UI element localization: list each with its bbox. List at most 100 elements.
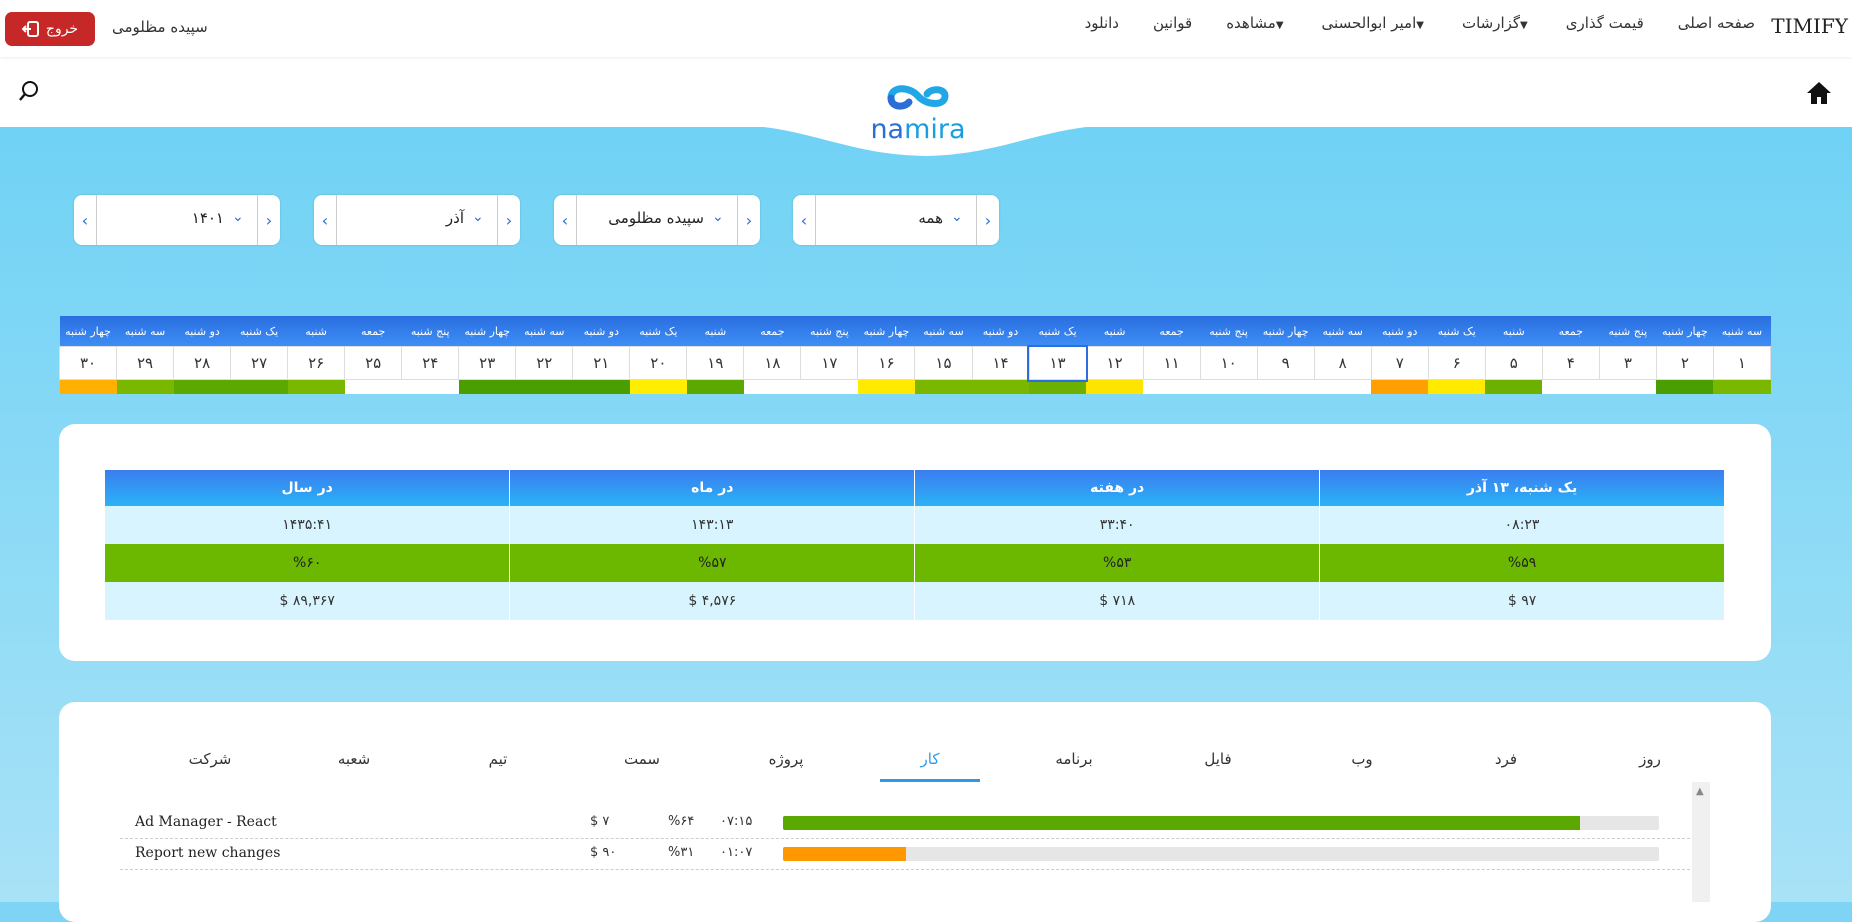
calendar-day-cell[interactable]: ۱۶ [857,346,916,380]
nav-item[interactable]: مشاهده▼ [1209,14,1304,32]
calendar-day-cell[interactable]: ۱۳ [1027,344,1089,382]
brand-name[interactable]: TIMIFY [1771,14,1848,38]
calendar-day-cell[interactable]: ۱۴ [971,346,1030,380]
calendar-day-names: چهار شنبه سه شنبه دو شنبه یک شنبه شنبه جمعه پن… [59,316,1771,347]
nav-item[interactable]: گزارشات▼ [1445,14,1549,32]
tab-10[interactable]: شرکت [160,750,260,782]
calendar-day-cell[interactable]: ۲۲ [515,346,574,380]
task-row[interactable]: Report new changes $ ۹۰ %۳۱ ۰۱:۰۷ [120,839,1690,870]
calendar-day-name: شنبه [1485,316,1543,347]
calendar-day-cell[interactable]: ۶ [1427,346,1486,380]
summary-time-row: ۱۴۳۵:۴۱ ۱۴۳:۱۳ ۳۳:۴۰ ۰۸:۲۳ [105,506,1725,544]
search-icon[interactable] [18,80,40,102]
nav-item[interactable]: امیر ابوالحسنی▼ [1305,14,1445,32]
task-list: Ad Manager - React $ ۷ %۶۴ ۰۷:۱۵ Report new … [120,808,1690,870]
summary-header: در سال [105,470,511,506]
tab-5[interactable]: کار [880,750,980,782]
calendar-day-cell[interactable]: ۲ [1655,346,1714,380]
calendar-day-cell[interactable]: ۱۸ [743,346,802,380]
tab-1[interactable]: فرد [1456,750,1556,782]
month-filter[interactable]: ‹ آذر ⌄ › [314,195,520,245]
logout-label: خروج [45,21,79,37]
calendar-day-cell[interactable]: ۵ [1484,346,1543,380]
next-arrow-icon[interactable]: › [976,195,999,245]
nav-item-label: دانلود [1084,14,1119,32]
calendar-day-name: پنج شنبه [1599,316,1657,347]
next-arrow-icon[interactable]: › [737,195,760,245]
tab-6[interactable]: پروژه [736,750,836,782]
home-icon[interactable] [1806,80,1832,106]
calendar-activity-bar [1371,379,1429,394]
tab-0[interactable]: روز [1600,750,1700,782]
calendar-day-cell[interactable]: ۳ [1598,346,1657,380]
calendar-day-name: پنج شنبه [800,316,858,347]
summary-cell: ۳۳:۴۰ [914,506,1321,544]
calendar-day-cell[interactable]: ۲۵ [344,346,403,380]
logout-button[interactable]: خروج [5,12,95,46]
nav-item[interactable]: صفحه اصلی [1661,14,1772,32]
main-nav: صفحه اصلی قیمت گذاری گزارشات▼ امیر ابوالحسن… [1068,14,1772,32]
chevron-down-icon: ⌄ [472,209,484,225]
prev-arrow-icon[interactable]: ‹ [793,195,816,245]
calendar-day-cell[interactable]: ۲۰ [629,346,688,380]
summary-header: یک شنبه، ۱۳ آذر [1319,470,1725,506]
task-list-scrollbar[interactable]: ▲ [1692,782,1710,902]
calendar-day-cell[interactable]: ۷ [1370,346,1429,380]
calendar-day-numbers: ۳۰ ۲۹ ۲۸ ۲۷ ۲۶ ۲۵ ۲۴ ۲۳ ۲۲ ۲۱ ۲۰ ۱۹ ۱۸ ۱۷ ۱۶ ۱۵ ۱۴ ۱۳ ۱۲ ۱۱… [58,344,1772,382]
calendar-day-cell[interactable]: ۲۴ [401,346,460,380]
calendar-day-cell[interactable]: ۱۹ [686,346,745,380]
tab-7[interactable]: سمت [592,750,692,782]
next-arrow-icon[interactable]: › [497,195,520,245]
tab-2[interactable]: وب [1312,750,1412,782]
calendar-day-cell[interactable]: ۲۸ [173,346,232,380]
nav-item[interactable]: قیمت گذاری [1549,14,1661,32]
summary-cell: $ ۹۷ [1319,582,1725,620]
calendar-day-cell[interactable]: ۳۰ [58,346,118,380]
calendar-day-cell[interactable]: ۱۱ [1142,346,1201,380]
type-filter-value: همه [918,209,943,227]
caret-down-icon: ▼ [1416,20,1424,31]
calendar-day-cell[interactable]: ۲۱ [572,346,631,380]
type-filter[interactable]: ‹ همه ⌄ › [793,195,999,245]
calendar-activity-bar [1428,379,1486,394]
calendar-day-name: سه شنبه [1713,316,1771,347]
calendar-day-cell[interactable]: ۲۷ [230,346,289,380]
task-row[interactable]: Ad Manager - React $ ۷ %۶۴ ۰۷:۱۵ [120,808,1690,839]
scroll-up-icon[interactable]: ▲ [1696,786,1704,797]
calendar-day-name: پنج شنبه [401,316,459,347]
calendar-day-cell[interactable]: ۲۶ [287,346,346,380]
calendar-day-name: جمعه [1542,316,1600,347]
calendar-day-cell[interactable]: ۲۳ [458,346,517,380]
calendar-day-cell[interactable]: ۴ [1541,346,1600,380]
calendar-day-cell[interactable]: ۱ [1712,346,1772,380]
calendar-activity-bar [1086,379,1144,394]
summary-cell: ۱۴۳۵:۴۱ [105,506,511,544]
calendar-day-cell[interactable]: ۲۹ [116,346,175,380]
nav-item[interactable]: قوانین [1136,14,1209,32]
nav-item-label: گزارشات [1461,14,1521,32]
calendar-day-cell[interactable]: ۹ [1256,346,1315,380]
calendar-day-cell[interactable]: ۱۷ [800,346,859,380]
calendar-activity-bar [629,379,687,394]
logo-mark-icon [887,85,949,110]
calendar-day-cell[interactable]: ۸ [1313,346,1372,380]
calendar-day-cell[interactable]: ۱۰ [1199,346,1258,380]
calendar-day-name: چهار شنبه [1656,316,1714,347]
prev-arrow-icon[interactable]: ‹ [314,195,337,245]
nav-item[interactable]: دانلود [1068,14,1136,32]
year-filter[interactable]: ‹ ۱۴۰۱ ⌄ › [74,195,280,245]
tab-4[interactable]: برنامه [1024,750,1124,782]
tab-8[interactable]: تیم [448,750,548,782]
calendar-day-name: شنبه [287,316,345,347]
person-filter[interactable]: ‹ سپیده مظلومی ⌄ › [554,195,760,245]
calendar-day-cell[interactable]: ۱۵ [914,346,973,380]
tab-3[interactable]: فایل [1168,750,1268,782]
summary-cost-row: $ ۸۹,۳۶۷ $ ۴,۵۷۶ $ ۷۱۸ $ ۹۷ [105,582,1725,620]
calendar-day-cell[interactable]: ۱۲ [1085,346,1144,380]
next-arrow-icon[interactable]: › [257,195,280,245]
task-time: ۰۷:۱۵ [720,814,753,829]
tab-9[interactable]: شعبه [304,750,404,782]
prev-arrow-icon[interactable]: ‹ [554,195,577,245]
prev-arrow-icon[interactable]: ‹ [74,195,97,245]
task-time: ۰۱:۰۷ [720,845,753,860]
